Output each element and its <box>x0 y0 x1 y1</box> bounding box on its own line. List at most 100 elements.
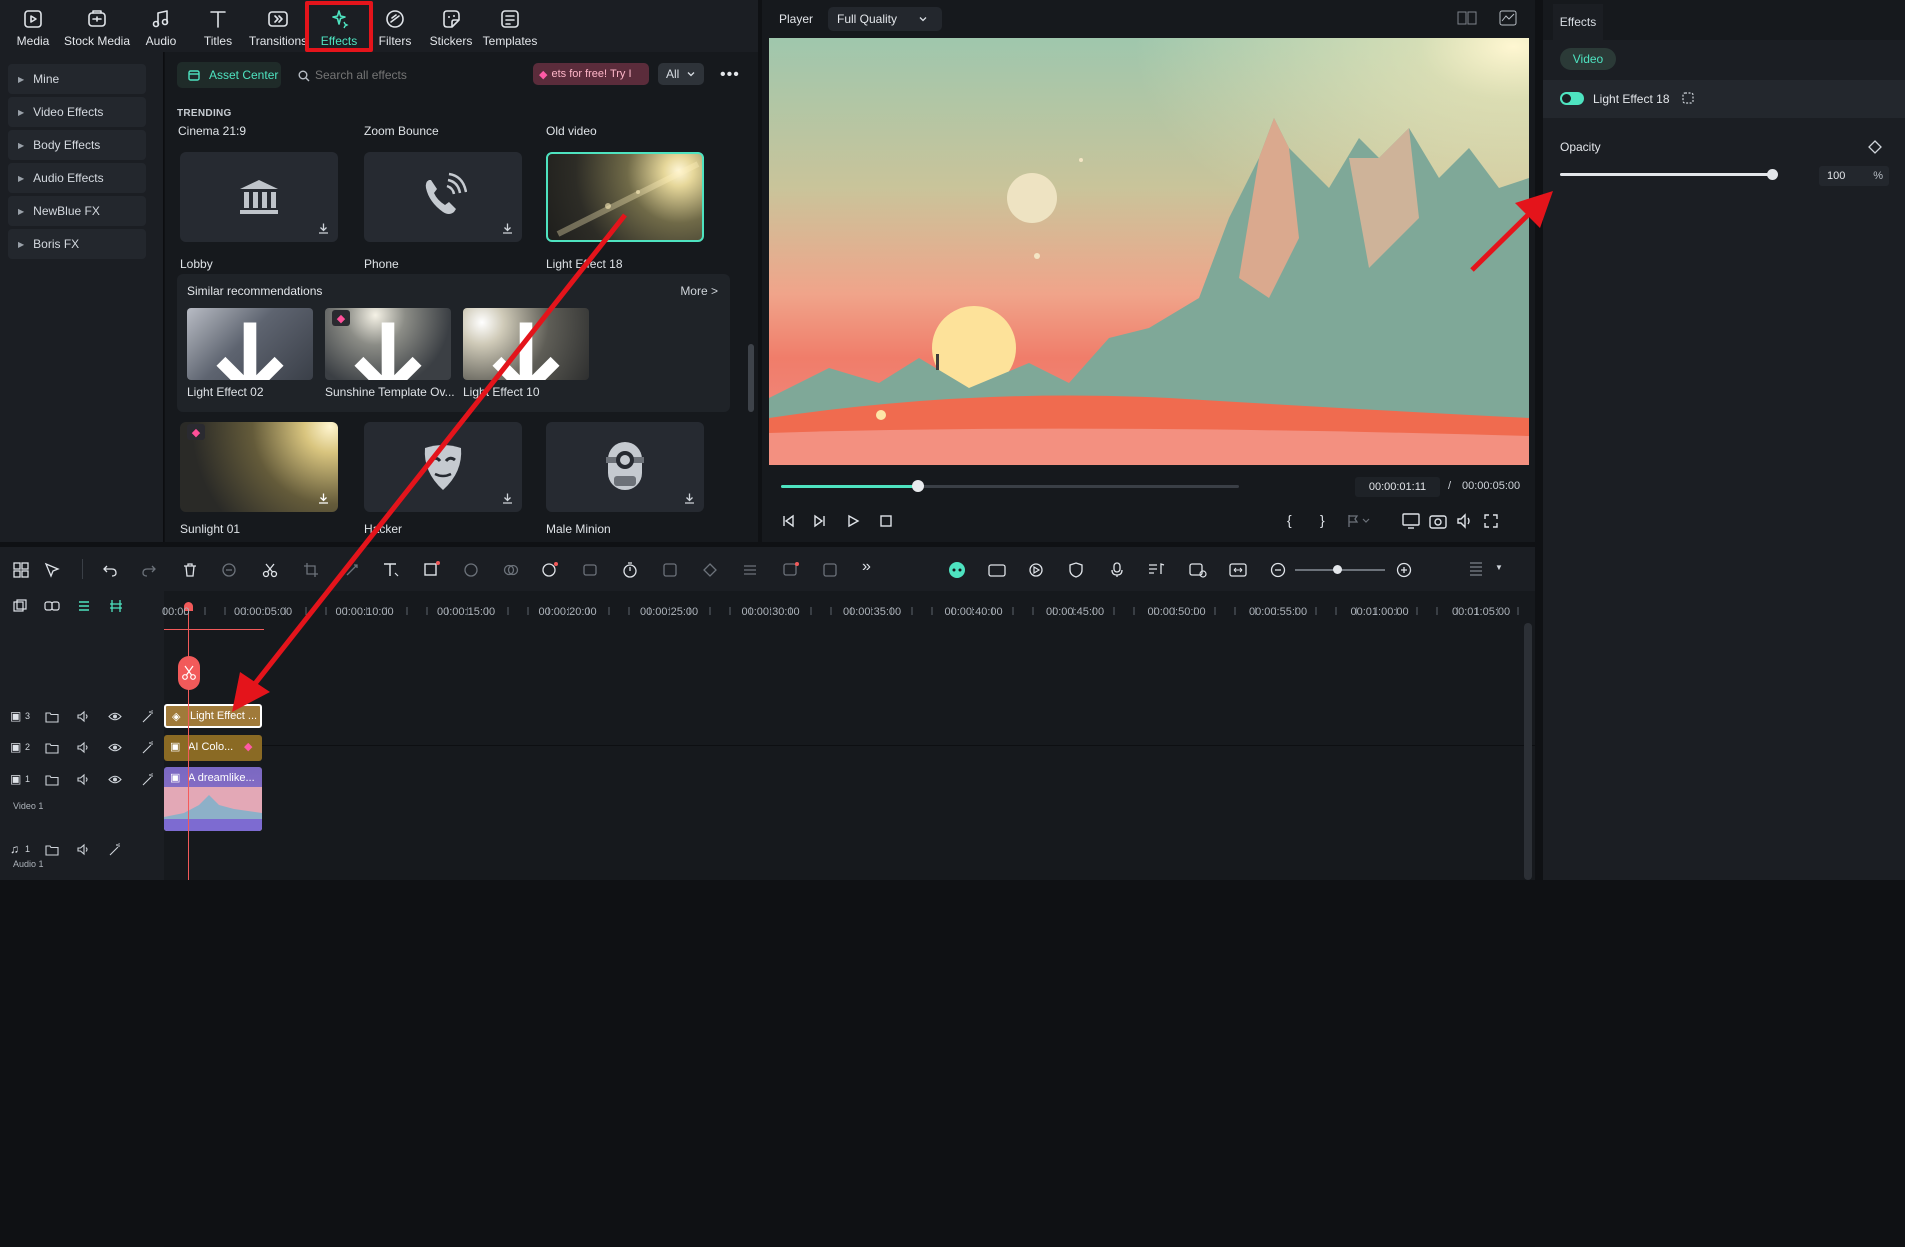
snap-icon[interactable] <box>109 599 123 613</box>
compare-view-icon[interactable] <box>1457 11 1477 25</box>
eye-icon[interactable] <box>108 773 122 786</box>
auto-reframe-icon[interactable] <box>988 562 1006 578</box>
previous-frame-icon[interactable] <box>781 514 795 528</box>
library-scrollbar[interactable] <box>748 344 754 412</box>
mute-speaker-icon[interactable] <box>76 843 90 856</box>
category-audio-effects[interactable]: ▶ Audio Effects <box>8 163 146 193</box>
opacity-input[interactable]: 100 % <box>1819 166 1889 186</box>
eye-icon[interactable] <box>108 710 122 723</box>
magic-wand-icon[interactable] <box>141 773 155 786</box>
effect-card-light-effect-18[interactable] <box>546 152 704 242</box>
crop-icon[interactable] <box>303 562 319 578</box>
video-subtab[interactable]: Video <box>1560 48 1616 70</box>
sim-card-light-effect-10[interactable] <box>463 308 589 380</box>
download-icon[interactable] <box>501 492 514 505</box>
download-icon[interactable] <box>463 308 589 380</box>
tab-stock-media[interactable]: Stock Media <box>63 4 131 50</box>
add-track-icon[interactable] <box>13 599 27 613</box>
display-icon[interactable] <box>1402 513 1420 529</box>
speed-icon[interactable] <box>344 562 360 578</box>
magic-wand-icon[interactable] <box>108 843 122 856</box>
music-list-icon[interactable] <box>1148 562 1166 578</box>
delete-icon[interactable] <box>182 562 198 578</box>
redo-icon[interactable] <box>141 562 157 578</box>
render-icon[interactable] <box>1028 562 1044 578</box>
scrubber-handle[interactable] <box>912 480 925 492</box>
quality-dropdown[interactable]: Full Quality <box>828 7 942 31</box>
download-icon[interactable] <box>187 308 313 380</box>
more-link[interactable]: More > <box>680 284 718 298</box>
sim-card-sunshine-template[interactable]: ◆ <box>325 308 451 380</box>
next-frame-icon[interactable] <box>813 514 827 528</box>
opacity-slider-handle[interactable] <box>1767 169 1778 180</box>
effect-card-male-minion[interactable] <box>546 422 704 512</box>
stop-icon[interactable] <box>879 514 893 528</box>
fullscreen-icon[interactable] <box>1483 513 1499 529</box>
magic-wand-icon[interactable] <box>141 741 155 754</box>
mask-tool-icon[interactable] <box>702 562 718 578</box>
clip-ai-color[interactable]: ▣ AI Colo... ◆ <box>164 735 262 761</box>
effect-card-lobby[interactable] <box>180 152 338 242</box>
layout-menu-icon[interactable] <box>1468 560 1484 580</box>
video-preview[interactable] <box>769 38 1529 465</box>
marker-icon[interactable] <box>1347 514 1371 528</box>
category-body-effects[interactable]: ▶ Body Effects <box>8 130 146 160</box>
sim-card-light-effect-02[interactable] <box>187 308 313 380</box>
mask-selection-icon[interactable] <box>1681 91 1695 105</box>
stabilize-icon[interactable] <box>582 562 598 578</box>
effect-card-sunlight-01[interactable]: ◆ <box>180 422 338 512</box>
volume-icon[interactable] <box>1456 513 1474 529</box>
mute-speaker-icon[interactable] <box>76 710 90 723</box>
filter-dropdown[interactable]: All <box>658 63 704 85</box>
select-tool-icon[interactable] <box>44 562 60 578</box>
ai-text-icon[interactable] <box>782 561 800 579</box>
scopes-icon[interactable] <box>1499 10 1517 26</box>
mark-out-icon[interactable]: } <box>1320 512 1325 528</box>
zoom-slider-handle[interactable] <box>1333 565 1342 574</box>
tab-templates[interactable]: Templates <box>476 4 544 50</box>
snapshot-icon[interactable] <box>1429 513 1447 529</box>
ai-tool-icon[interactable] <box>541 561 559 579</box>
search-input[interactable] <box>315 62 515 88</box>
chevron-down-icon[interactable]: ▼ <box>1495 563 1503 572</box>
keyframe-diamond-icon[interactable] <box>1868 140 1882 154</box>
tab-effects-properties[interactable]: Effects <box>1553 4 1603 40</box>
zoom-out-icon[interactable] <box>1270 562 1286 578</box>
folder-icon[interactable] <box>45 773 59 786</box>
promo-banner[interactable]: ◆ ets for free! Try I <box>533 63 649 85</box>
category-video-effects[interactable]: ▶ Video Effects <box>8 97 146 127</box>
clip-light-effect[interactable]: ◈ Light Effect ... <box>164 704 262 728</box>
more-options-icon[interactable]: ••• <box>720 66 740 84</box>
download-icon[interactable] <box>501 222 514 235</box>
mark-in-icon[interactable]: { <box>1287 512 1292 528</box>
mute-speaker-icon[interactable] <box>76 773 90 786</box>
effect-card-phone[interactable] <box>364 152 522 242</box>
asset-center-button[interactable]: Asset Center <box>177 62 281 88</box>
timer-icon[interactable] <box>622 561 638 579</box>
split-scissors-icon[interactable] <box>262 562 278 578</box>
green-screen-icon[interactable] <box>822 562 838 578</box>
download-icon[interactable] <box>317 492 330 505</box>
fit-timeline-icon[interactable] <box>1229 562 1247 578</box>
grid-layout-icon[interactable] <box>13 562 29 578</box>
category-mine[interactable]: ▶ Mine <box>8 64 146 94</box>
magic-wand-icon[interactable] <box>141 710 155 723</box>
more-tools-icon[interactable]: » <box>862 558 871 576</box>
download-icon[interactable] <box>683 492 696 505</box>
zoom-frame-icon[interactable] <box>662 562 678 578</box>
clip-video-dreamlike[interactable]: ▣ A dreamlike... <box>164 767 262 831</box>
replace-icon[interactable] <box>1189 562 1207 578</box>
track-manager-icon[interactable] <box>77 599 91 613</box>
tab-transitions[interactable]: Transitions <box>244 4 312 50</box>
play-icon[interactable] <box>846 514 860 528</box>
ai-cut-icon[interactable] <box>221 562 237 578</box>
adjust-icon[interactable] <box>742 562 758 578</box>
rotate-icon[interactable] <box>463 562 479 578</box>
tab-media[interactable]: Media <box>0 4 67 50</box>
playhead[interactable] <box>188 606 189 880</box>
color-match-icon[interactable] <box>503 562 519 578</box>
tab-stickers[interactable]: Stickers <box>417 4 485 50</box>
category-boris-fx[interactable]: ▶ Boris FX <box>8 229 146 259</box>
tab-titles[interactable]: Titles <box>184 4 252 50</box>
timeline-scrollbar[interactable] <box>1524 623 1532 880</box>
